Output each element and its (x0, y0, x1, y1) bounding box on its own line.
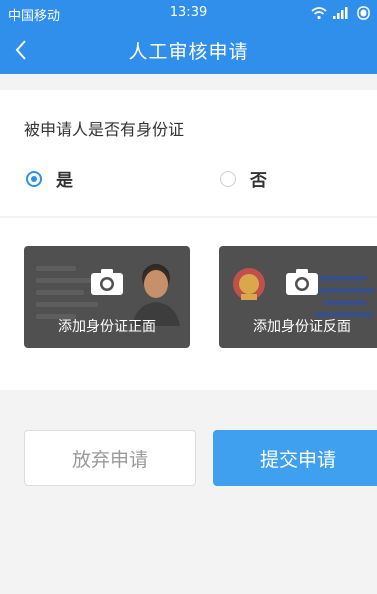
status-bar: 中国移动 13:39 (0, 0, 377, 26)
submit-application-button[interactable]: 提交申请 (213, 430, 377, 486)
id-front-upload[interactable]: 添加身份证正面 (24, 246, 190, 348)
battery-icon (357, 6, 370, 20)
wifi-icon (311, 7, 327, 20)
id-front-label: 添加身份证正面 (58, 319, 156, 335)
id-back-label: 添加身份证反面 (253, 319, 351, 335)
radio-yes[interactable] (26, 170, 42, 187)
option-no[interactable]: 否 (220, 166, 267, 191)
option-no-label: 否 (250, 171, 267, 191)
status-icons (311, 4, 371, 22)
radio-no[interactable] (220, 170, 236, 187)
id-upload-section: 添加身份证正面 添加身份证反面 (0, 218, 377, 390)
question-label: 被申请人是否有身份证 (24, 120, 185, 139)
id-back-upload[interactable]: 添加身份证反面 (219, 246, 377, 348)
nav-bar: 人工审核申请 (0, 26, 377, 74)
cancel-application-button[interactable]: 放弃申请 (24, 430, 196, 486)
signal-icon (333, 7, 348, 19)
id-question-section: 被申请人是否有身份证 是 否 (0, 90, 377, 216)
camera-icon (286, 269, 318, 295)
option-yes[interactable]: 是 (26, 166, 73, 191)
option-yes-label: 是 (56, 171, 73, 191)
camera-icon (91, 269, 123, 295)
page-title: 人工审核申请 (128, 41, 249, 63)
